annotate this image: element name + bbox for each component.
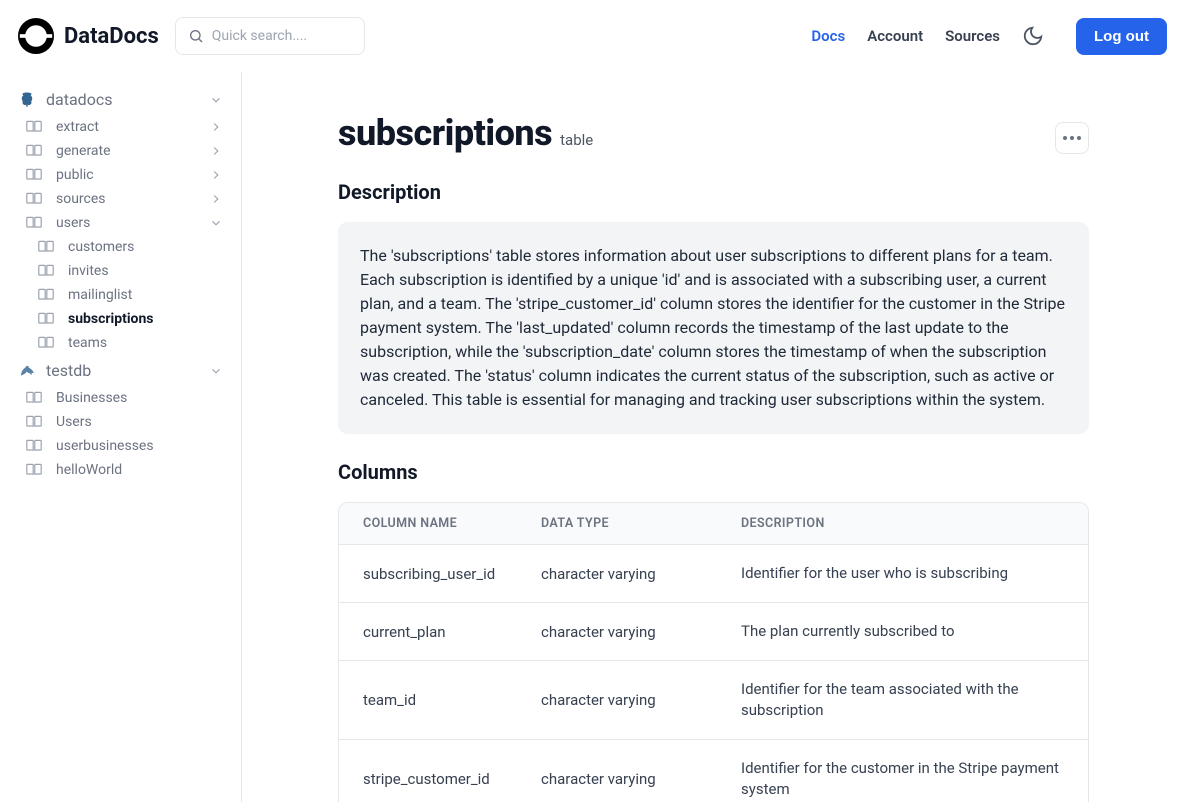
book-icon <box>26 216 42 230</box>
column-type-cell: character varying <box>541 565 741 583</box>
book-icon <box>38 264 54 278</box>
sidebar-table-subscriptions[interactable]: subscriptions <box>10 307 231 331</box>
chevron-down-icon <box>209 216 223 230</box>
chevron-right-icon <box>209 168 223 182</box>
sidebar-schema-extract[interactable]: extract <box>10 115 231 139</box>
column-type-cell: character varying <box>541 770 741 788</box>
sidebar-db-label: testdb <box>46 361 91 380</box>
sidebar-table-mailinglist[interactable]: mailinglist <box>10 283 231 307</box>
sidebar-item-label: subscriptions <box>68 311 153 327</box>
table-row[interactable]: current_plan character varying The plan … <box>339 602 1088 660</box>
column-desc-cell: Identifier for the customer in the Strip… <box>741 758 1064 800</box>
book-icon <box>26 192 42 206</box>
page-subtype: table <box>560 131 593 149</box>
page-title: subscriptions <box>338 112 552 154</box>
sidebar-db-datadocs[interactable]: datadocs <box>10 84 231 115</box>
column-name-cell: team_id <box>363 691 541 709</box>
columns-header-row: COLUMN NAME DATA TYPE DESCRIPTION <box>339 503 1088 544</box>
sidebar-db-testdb[interactable]: testdb <box>10 355 231 386</box>
nav-account[interactable]: Account <box>867 27 923 45</box>
search-placeholder: Quick search.... <box>212 28 307 44</box>
sidebar-schema-generate[interactable]: generate <box>10 139 231 163</box>
book-icon <box>26 391 42 405</box>
book-icon <box>26 144 42 158</box>
brand-name: DataDocs <box>64 24 159 49</box>
sidebar-table-userbusinesses[interactable]: userbusinesses <box>10 434 231 458</box>
sidebar-item-label: extract <box>56 119 99 135</box>
book-icon <box>26 168 42 182</box>
app-header: DataDocs Quick search.... Docs Account S… <box>0 0 1185 72</box>
chevron-down-icon <box>209 364 223 378</box>
sidebar-table-invites[interactable]: invites <box>10 259 231 283</box>
book-icon <box>38 240 54 254</box>
chevron-right-icon <box>209 144 223 158</box>
columns-table: COLUMN NAME DATA TYPE DESCRIPTION subscr… <box>338 502 1089 802</box>
logout-button[interactable]: Log out <box>1076 18 1167 55</box>
postgres-icon <box>18 91 36 109</box>
nav-docs[interactable]: Docs <box>811 27 845 45</box>
sidebar-item-label: userbusinesses <box>56 438 154 454</box>
sidebar-table-teams[interactable]: teams <box>10 331 231 355</box>
sidebar-schema-sources[interactable]: sources <box>10 187 231 211</box>
sidebar-item-label: helloWorld <box>56 462 122 478</box>
brand[interactable]: DataDocs <box>18 18 159 54</box>
sidebar-schema-public[interactable]: public <box>10 163 231 187</box>
column-name-cell: subscribing_user_id <box>363 565 541 583</box>
book-icon <box>38 312 54 326</box>
chevron-right-icon <box>209 192 223 206</box>
column-desc-cell: Identifier for the user who is subscribi… <box>741 563 1064 584</box>
sidebar: datadocs extract generate public sources… <box>0 72 242 802</box>
sidebar-db-label: datadocs <box>46 90 112 109</box>
main-content: subscriptions table Description The 'sub… <box>242 72 1185 802</box>
book-icon <box>38 288 54 302</box>
search-icon <box>188 28 204 44</box>
sidebar-item-label: sources <box>56 191 106 207</box>
columns-heading: Columns <box>338 460 1089 484</box>
column-name-cell: current_plan <box>363 623 541 641</box>
dots-icon <box>1063 136 1067 140</box>
book-icon <box>26 415 42 429</box>
logo-icon <box>18 18 54 54</box>
sidebar-item-label: public <box>56 167 94 183</box>
search-input[interactable]: Quick search.... <box>175 17 365 55</box>
table-row[interactable]: team_id character varying Identifier for… <box>339 660 1088 739</box>
sidebar-item-label: mailinglist <box>68 287 132 303</box>
description-heading: Description <box>338 180 1089 204</box>
column-header-type: DATA TYPE <box>541 516 741 531</box>
sidebar-table-customers[interactable]: customers <box>10 235 231 259</box>
book-icon <box>38 336 54 350</box>
sidebar-table-helloworld[interactable]: helloWorld <box>10 458 231 482</box>
sidebar-item-label: Businesses <box>56 390 127 406</box>
sidebar-item-label: generate <box>56 143 111 159</box>
column-desc-cell: Identifier for the team associated with … <box>741 679 1064 721</box>
column-desc-cell: The plan currently subscribed to <box>741 621 1064 642</box>
book-icon <box>26 120 42 134</box>
column-type-cell: character varying <box>541 691 741 709</box>
mysql-icon <box>18 362 36 380</box>
header-nav: Docs Account Sources <box>811 25 1044 47</box>
book-icon <box>26 439 42 453</box>
theme-toggle-icon[interactable] <box>1022 25 1044 47</box>
sidebar-item-label: customers <box>68 239 134 255</box>
column-header-desc: DESCRIPTION <box>741 516 1064 531</box>
description-box: The 'subscriptions' table stores informa… <box>338 222 1089 434</box>
column-type-cell: character varying <box>541 623 741 641</box>
sidebar-item-label: teams <box>68 335 107 351</box>
sidebar-item-label: Users <box>56 414 92 430</box>
table-row[interactable]: stripe_customer_id character varying Ide… <box>339 739 1088 802</box>
column-name-cell: stripe_customer_id <box>363 770 541 788</box>
sidebar-schema-users[interactable]: users <box>10 211 231 235</box>
sidebar-item-label: users <box>56 215 90 231</box>
sidebar-table-users2[interactable]: Users <box>10 410 231 434</box>
table-row[interactable]: subscribing_user_id character varying Id… <box>339 544 1088 602</box>
chevron-right-icon <box>209 120 223 134</box>
chevron-down-icon <box>209 93 223 107</box>
more-options-button[interactable] <box>1055 122 1089 154</box>
sidebar-table-businesses[interactable]: Businesses <box>10 386 231 410</box>
sidebar-item-label: invites <box>68 263 109 279</box>
column-header-name: COLUMN NAME <box>363 516 541 531</box>
book-icon <box>26 463 42 477</box>
nav-sources[interactable]: Sources <box>945 27 1000 45</box>
